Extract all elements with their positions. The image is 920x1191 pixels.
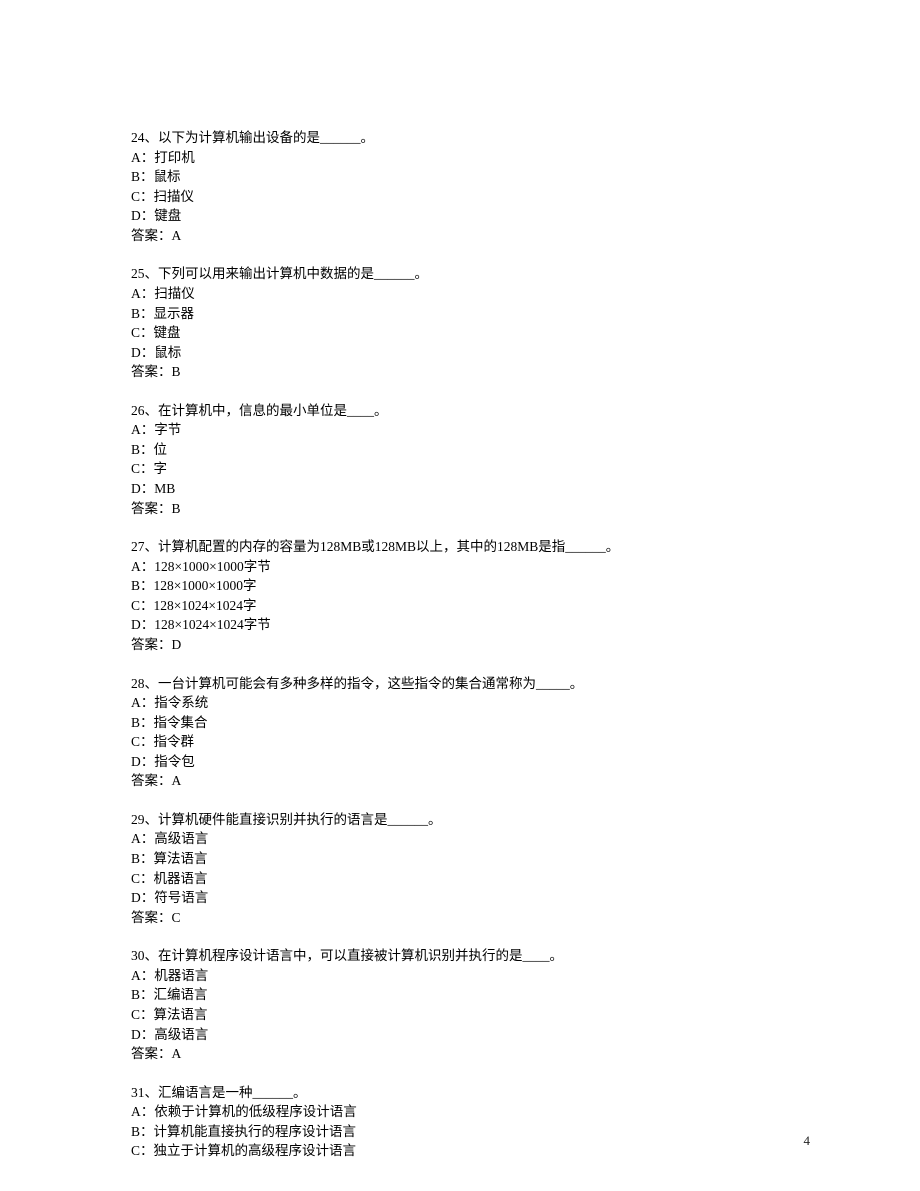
question-answer: 答案：A [131, 226, 771, 246]
question-answer: 答案：C [131, 908, 771, 928]
question-block: 26、在计算机中，信息的最小单位是____。A：字节B：位C：字D：MB答案：B [131, 401, 771, 518]
question-stem: 28、一台计算机可能会有多种多样的指令，这些指令的集合通常称为_____。 [131, 674, 771, 694]
question-option: C：字 [131, 459, 771, 479]
page-number: 4 [804, 1132, 811, 1151]
question-block: 29、计算机硬件能直接识别并执行的语言是______。A：高级语言B：算法语言C… [131, 810, 771, 927]
question-answer: 答案：B [131, 499, 771, 519]
question-option: A：扫描仪 [131, 284, 771, 304]
question-option: C：独立于计算机的高级程序设计语言 [131, 1141, 771, 1161]
question-option: D：鼠标 [131, 343, 771, 363]
question-stem: 26、在计算机中，信息的最小单位是____。 [131, 401, 771, 421]
question-option: D：键盘 [131, 206, 771, 226]
question-block: 31、汇编语言是一种______。A：依赖于计算机的低级程序设计语言B：计算机能… [131, 1083, 771, 1161]
question-option: B：鼠标 [131, 167, 771, 187]
question-option: A：机器语言 [131, 966, 771, 986]
question-option: A：字节 [131, 420, 771, 440]
question-option: B：显示器 [131, 304, 771, 324]
question-option: D：符号语言 [131, 888, 771, 908]
question-option: A：高级语言 [131, 829, 771, 849]
question-answer: 答案：B [131, 362, 771, 382]
question-option: B：位 [131, 440, 771, 460]
question-option: B：计算机能直接执行的程序设计语言 [131, 1122, 771, 1142]
question-option: B：算法语言 [131, 849, 771, 869]
question-option: D：128×1024×1024字节 [131, 615, 771, 635]
question-stem: 30、在计算机程序设计语言中，可以直接被计算机识别并执行的是____。 [131, 946, 771, 966]
question-block: 28、一台计算机可能会有多种多样的指令，这些指令的集合通常称为_____。A：指… [131, 674, 771, 791]
question-option: A：依赖于计算机的低级程序设计语言 [131, 1102, 771, 1122]
question-option: A：指令系统 [131, 693, 771, 713]
question-option: C：机器语言 [131, 869, 771, 889]
question-answer: 答案：A [131, 771, 771, 791]
question-option: B：指令集合 [131, 713, 771, 733]
question-option: D：MB [131, 479, 771, 499]
question-option: C：键盘 [131, 323, 771, 343]
question-answer: 答案：D [131, 635, 771, 655]
question-stem: 31、汇编语言是一种______。 [131, 1083, 771, 1103]
question-block: 25、下列可以用来输出计算机中数据的是______。A：扫描仪B：显示器C：键盘… [131, 264, 771, 381]
question-option: B：128×1000×1000字 [131, 576, 771, 596]
question-option: D：指令包 [131, 752, 771, 772]
question-option: A：打印机 [131, 148, 771, 168]
page-content: 24、以下为计算机输出设备的是______。A：打印机B：鼠标C：扫描仪D：键盘… [0, 0, 771, 1161]
question-option: C：算法语言 [131, 1005, 771, 1025]
question-stem: 25、下列可以用来输出计算机中数据的是______。 [131, 264, 771, 284]
question-answer: 答案：A [131, 1044, 771, 1064]
question-option: A：128×1000×1000字节 [131, 557, 771, 577]
question-stem: 29、计算机硬件能直接识别并执行的语言是______。 [131, 810, 771, 830]
question-option: C：扫描仪 [131, 187, 771, 207]
question-block: 27、计算机配置的内存的容量为128MB或128MB以上，其中的128MB是指_… [131, 537, 771, 654]
question-option: C：128×1024×1024字 [131, 596, 771, 616]
question-option: D：高级语言 [131, 1025, 771, 1045]
question-stem: 27、计算机配置的内存的容量为128MB或128MB以上，其中的128MB是指_… [131, 537, 771, 557]
question-block: 24、以下为计算机输出设备的是______。A：打印机B：鼠标C：扫描仪D：键盘… [131, 128, 771, 245]
question-option: C：指令群 [131, 732, 771, 752]
question-block: 30、在计算机程序设计语言中，可以直接被计算机识别并执行的是____。A：机器语… [131, 946, 771, 1063]
question-stem: 24、以下为计算机输出设备的是______。 [131, 128, 771, 148]
question-option: B：汇编语言 [131, 985, 771, 1005]
